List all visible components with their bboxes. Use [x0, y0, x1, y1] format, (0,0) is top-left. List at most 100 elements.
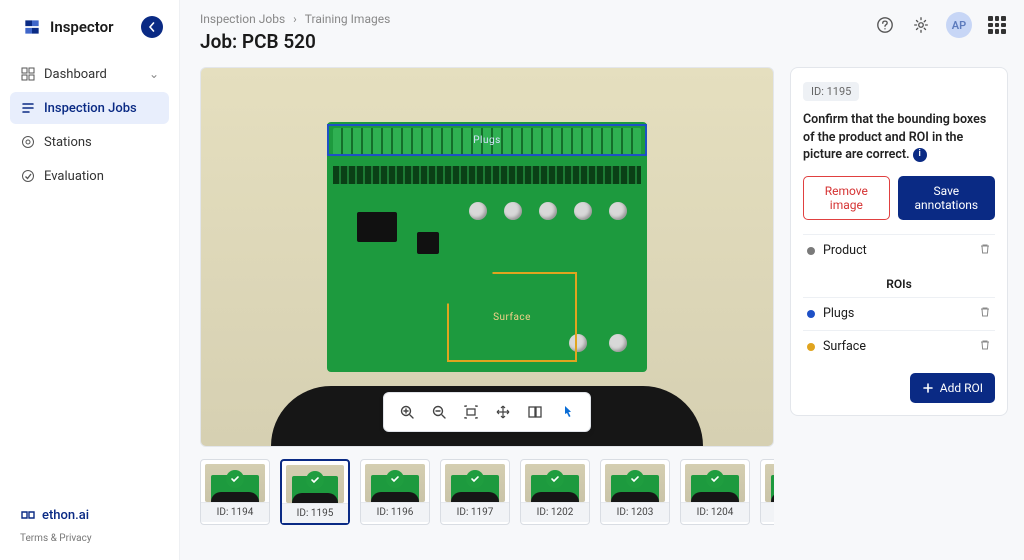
annotation-panel: ID: 1195 Confirm that the bounding boxes…: [790, 67, 1008, 416]
plus-icon: [922, 382, 934, 394]
trash-icon: [979, 243, 991, 255]
terms-link[interactable]: Terms & Privacy: [20, 533, 159, 544]
collapse-sidebar-button[interactable]: [141, 16, 163, 38]
product-row[interactable]: Product: [803, 234, 995, 267]
viewer-column: Plugs Surface ID: 1194: [200, 67, 774, 560]
roi-row-plugs[interactable]: Plugs: [803, 297, 995, 330]
zoom-out-button[interactable]: [426, 399, 452, 425]
thumb-label: ID: 1203: [601, 502, 669, 522]
check-icon: [306, 471, 324, 489]
compare-button[interactable]: [522, 399, 548, 425]
dot-icon: [807, 247, 815, 255]
avatar[interactable]: AP: [946, 12, 972, 38]
check-icon: [386, 470, 404, 488]
stations-icon: [20, 134, 36, 150]
move-icon: [495, 404, 511, 420]
nav-evaluation[interactable]: Evaluation: [10, 160, 169, 192]
nav-inspection-jobs[interactable]: Inspection Jobs: [10, 92, 169, 124]
pcb-graphic: Plugs Surface: [327, 122, 647, 372]
move-button[interactable]: [490, 399, 516, 425]
zoom-in-icon: [399, 404, 415, 420]
thumbnail-strip: ID: 1194 ID: 1195 ID: 1196 ID: 1197 ID: …: [200, 455, 774, 529]
topbar: Inspection Jobs › Training Images Job: P…: [200, 12, 1008, 53]
fit-button[interactable]: [458, 399, 484, 425]
remove-image-button[interactable]: Remove image: [803, 176, 890, 220]
nav-list: Dashboard ⌄ Inspection Jobs Stations Eva…: [0, 58, 179, 194]
thumb-label: ID: 1204: [681, 502, 749, 522]
page-title: Job: PCB 520: [200, 30, 874, 53]
rois-header: ROIs: [803, 267, 995, 297]
thumbnail[interactable]: ID: 1194: [200, 459, 270, 525]
nav-label: Inspection Jobs: [44, 101, 137, 116]
nav-label: Stations: [44, 135, 92, 150]
trash-icon: [979, 339, 991, 351]
thumb-label: ID: 1202: [521, 502, 589, 522]
dot-icon: [807, 343, 815, 351]
help-button[interactable]: [874, 14, 896, 36]
chevron-down-icon: ⌄: [149, 67, 159, 81]
thumb-label: ID: 1196: [361, 502, 429, 522]
thumb-label: ID: 1195: [282, 503, 348, 523]
nav-label: Dashboard: [44, 67, 107, 82]
settings-button[interactable]: [910, 14, 932, 36]
thumbnail[interactable]: ID: 1197: [440, 459, 510, 525]
delete-roi-button[interactable]: [979, 339, 991, 355]
breadcrumb: Inspection Jobs › Training Images: [200, 12, 874, 26]
delete-roi-button[interactable]: [979, 306, 991, 322]
image-id-chip: ID: 1195: [803, 82, 859, 101]
add-roi-button[interactable]: Add ROI: [910, 373, 995, 403]
apps-button[interactable]: [986, 14, 1008, 36]
thumbnail[interactable]: ID: 1203: [600, 459, 670, 525]
nav-dashboard[interactable]: Dashboard ⌄: [10, 58, 169, 90]
dot-icon: [807, 310, 815, 318]
thumbnail[interactable]: ID: 1202: [520, 459, 590, 525]
sidebar-footer: ethon.ai Terms & Privacy: [0, 507, 179, 544]
check-icon: [626, 470, 644, 488]
pointer-icon: [559, 404, 575, 420]
save-annotations-button[interactable]: Save annotations: [898, 176, 995, 220]
compare-icon: [527, 404, 543, 420]
instruction-text: Confirm that the bounding boxes of the p…: [803, 111, 995, 164]
crumb-training-images[interactable]: Training Images: [305, 12, 391, 26]
thumbnail[interactable]: ID: 1204: [680, 459, 750, 525]
sidebar: Inspector Dashboard ⌄ Inspection Jobs St…: [0, 0, 180, 560]
gear-icon: [912, 16, 930, 34]
evaluation-icon: [20, 168, 36, 184]
image-viewer[interactable]: Plugs Surface: [200, 67, 774, 447]
thumbnail[interactable]: ID: 1196: [360, 459, 430, 525]
content: Plugs Surface ID: 1194: [200, 67, 1008, 560]
crumb-inspection-jobs[interactable]: Inspection Jobs: [200, 12, 285, 26]
chevron-right-icon: ›: [293, 12, 297, 26]
main: Inspection Jobs › Training Images Job: P…: [180, 0, 1024, 560]
roi-box-surface[interactable]: Surface: [447, 272, 577, 362]
viewer-toolbar: [383, 392, 591, 432]
thumbnail[interactable]: ID: 12: [760, 459, 774, 525]
pointer-button[interactable]: [554, 399, 580, 425]
help-icon: [876, 16, 894, 34]
thumb-label: ID: 1194: [201, 502, 269, 522]
thumb-label: ID: 1197: [441, 502, 509, 522]
roi-label: Surface: [823, 339, 866, 354]
check-icon: [226, 470, 244, 488]
fit-icon: [463, 404, 479, 420]
logo-icon: [22, 17, 42, 37]
delete-product-button[interactable]: [979, 243, 991, 259]
thumb-image: [765, 464, 774, 502]
brand-name: Inspector: [50, 18, 113, 36]
ethon-icon: [20, 507, 36, 523]
brand: Inspector: [0, 16, 179, 58]
product-label: Product: [823, 243, 867, 258]
chevron-left-icon: [147, 22, 157, 32]
info-icon[interactable]: i: [913, 148, 927, 162]
thumb-label: ID: 12: [761, 502, 774, 522]
inspection-icon: [20, 100, 36, 116]
roi-label: Plugs: [823, 306, 854, 321]
roi-row-surface[interactable]: Surface: [803, 330, 995, 363]
zoom-in-button[interactable]: [394, 399, 420, 425]
check-icon: [466, 470, 484, 488]
footer-brand[interactable]: ethon.ai: [20, 507, 159, 523]
thumbnail[interactable]: ID: 1195: [280, 459, 350, 525]
roi-box-plugs[interactable]: Plugs: [327, 124, 647, 156]
nav-stations[interactable]: Stations: [10, 126, 169, 158]
nav-label: Evaluation: [44, 169, 104, 184]
